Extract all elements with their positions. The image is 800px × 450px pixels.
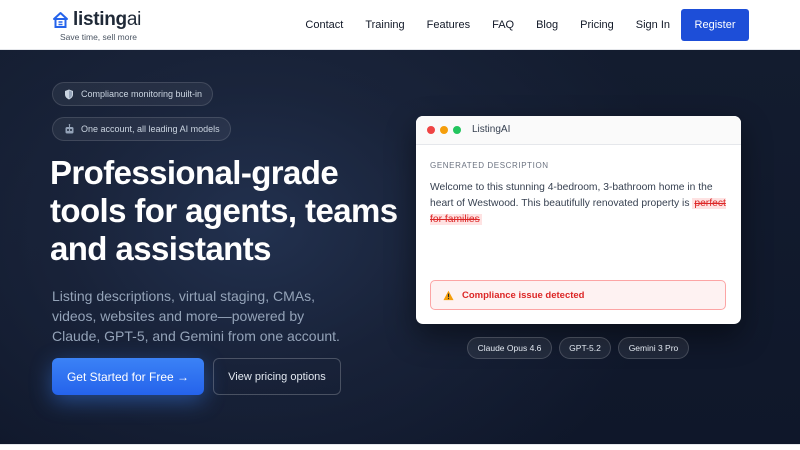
nav-link-blog[interactable]: Blog: [536, 19, 558, 31]
nav-link-pricing[interactable]: Pricing: [580, 19, 614, 31]
page-bottom-strip: [0, 444, 800, 450]
compliance-alert: Compliance issue detected: [430, 280, 726, 310]
shield-icon: [63, 88, 75, 100]
hero-section: Compliance monitoring built-in One accou…: [0, 50, 800, 444]
alert-message: Compliance issue detected: [462, 289, 585, 301]
hero-headline: Professional-grade tools for agents, tea…: [50, 154, 398, 267]
hero-subtext: Listing descriptions, virtual staging, C…: [52, 288, 340, 344]
nav-link-features[interactable]: Features: [427, 19, 470, 31]
model-badge-gpt: GPT-5.2: [559, 337, 611, 359]
warning-icon: [443, 290, 454, 300]
nav-link-contact[interactable]: Contact: [305, 19, 343, 31]
sign-in-link[interactable]: Sign In: [636, 19, 670, 31]
view-pricing-button[interactable]: View pricing options: [213, 358, 341, 395]
brand-name: listingai: [73, 9, 142, 30]
pill-text: Compliance monitoring built-in: [81, 89, 203, 99]
window-title: ListingAI: [472, 124, 511, 135]
nav-link-faq[interactable]: FAQ: [492, 19, 514, 31]
nav-links: Contact Training Features FAQ Blog Prici…: [305, 9, 749, 41]
model-badge-claude: Claude Opus 4.6: [467, 337, 552, 359]
brand-logo[interactable]: listingai Save time, sell more: [52, 9, 162, 45]
minimize-dot-icon: [440, 126, 448, 134]
generated-description-label: GENERATED DESCRIPTION: [430, 161, 549, 170]
register-button[interactable]: Register: [681, 9, 749, 41]
compliance-pill: Compliance monitoring built-in: [52, 82, 214, 106]
window-titlebar: ListingAI: [416, 116, 741, 145]
model-badge-gemini: Gemini 3 Pro: [618, 337, 689, 359]
description-body: Welcome to this stunning 4-bedroom, 3-ba…: [430, 182, 713, 209]
get-started-button[interactable]: Get Started for Free →: [52, 358, 204, 395]
brand-tagline: Save time, sell more: [60, 32, 137, 42]
generated-description-text: Welcome to this stunning 4-bedroom, 3-ba…: [430, 180, 735, 228]
listing-preview-card: ListingAI GENERATED DESCRIPTION Welcome …: [416, 116, 741, 324]
robot-icon: [63, 123, 75, 135]
top-navbar: listingai Save time, sell more Contact T…: [0, 0, 800, 50]
nav-link-training[interactable]: Training: [365, 19, 404, 31]
house-icon: [53, 12, 68, 28]
close-dot-icon: [427, 126, 435, 134]
ai-models-pill: One account, all leading AI models: [52, 117, 231, 141]
pill-text: One account, all leading AI models: [81, 124, 220, 134]
maximize-dot-icon: [453, 126, 461, 134]
